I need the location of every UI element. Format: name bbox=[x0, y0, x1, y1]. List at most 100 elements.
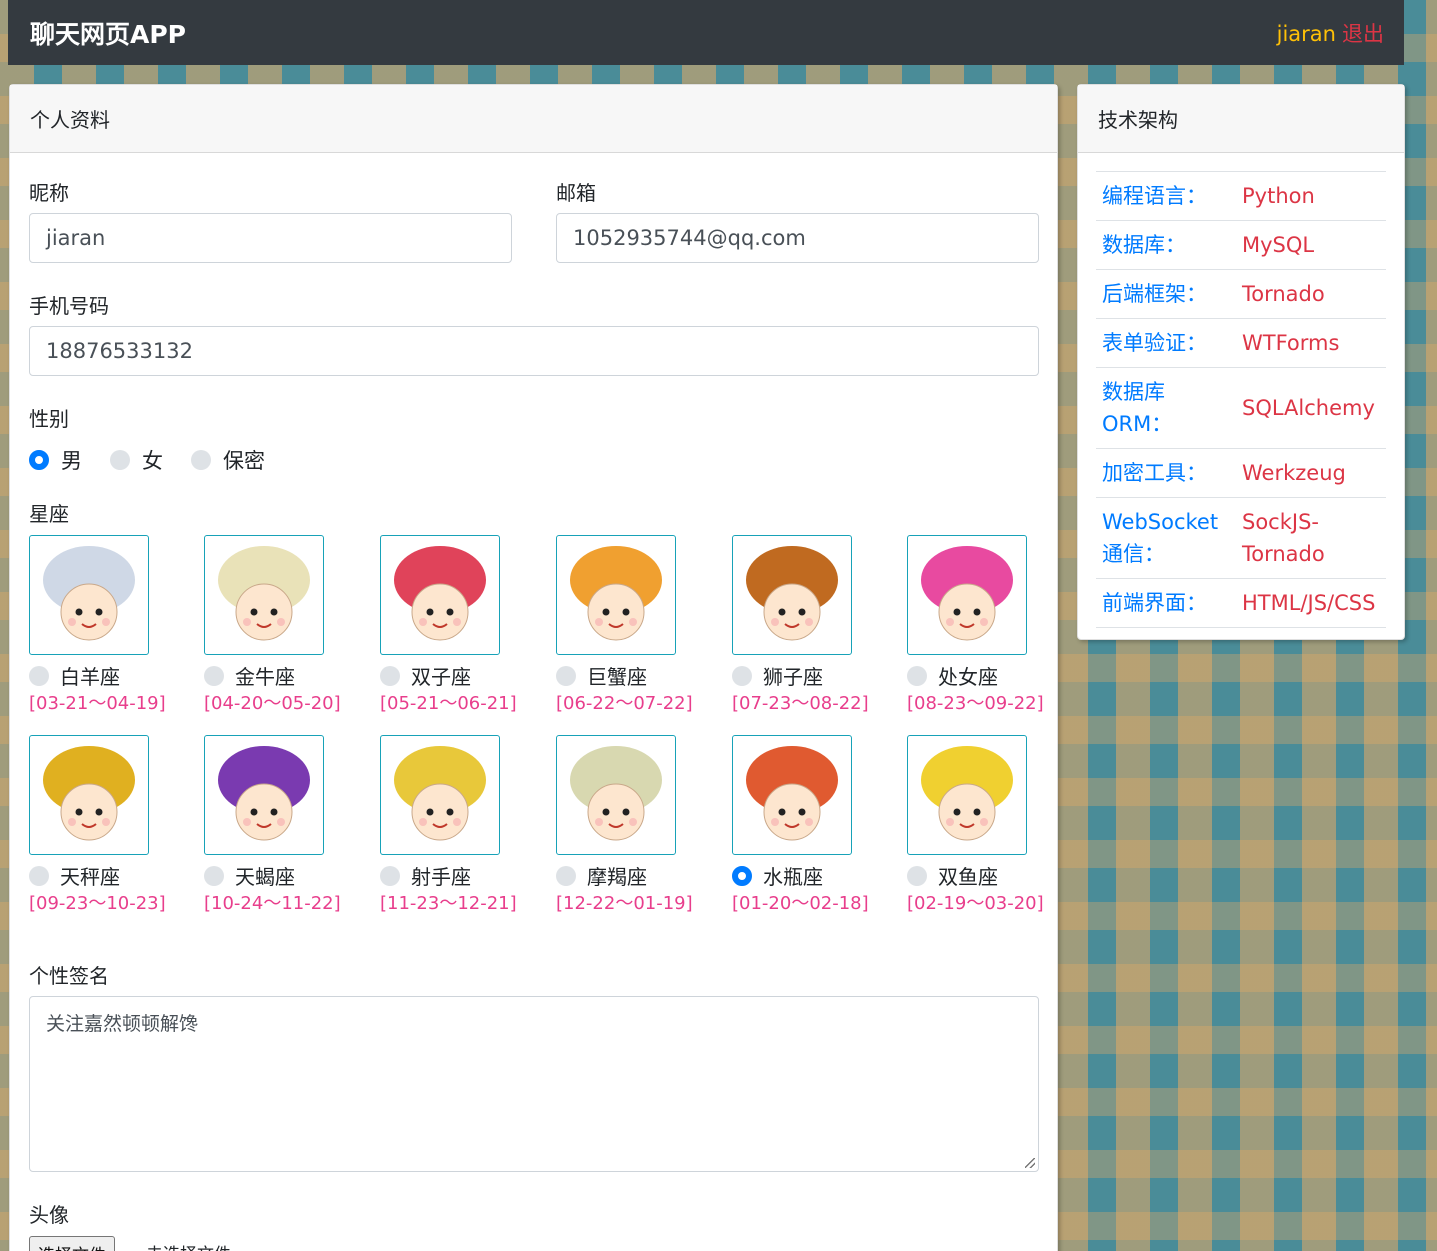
radio-icon[interactable] bbox=[110, 450, 130, 470]
zodiac-name: 水瓶座 bbox=[763, 865, 823, 889]
zodiac-item[interactable]: 天秤座 [09-23～10-23] bbox=[29, 735, 179, 915]
gender-option-female[interactable]: 女 bbox=[110, 445, 163, 475]
zodiac-name: 天秤座 bbox=[60, 865, 120, 889]
zodiac-radio-option[interactable]: 摩羯座 bbox=[556, 861, 647, 890]
zodiac-radio-option[interactable]: 双子座 bbox=[380, 661, 471, 690]
zodiac-avatar-image[interactable] bbox=[204, 735, 324, 855]
nickname-input[interactable]: jiaran bbox=[29, 213, 512, 263]
signature-text: 关注嘉然顿顿解馋 bbox=[46, 1013, 199, 1035]
tech-value: Tornado bbox=[1236, 269, 1386, 319]
signature-textarea[interactable]: 关注嘉然顿顿解馋 bbox=[29, 996, 1039, 1172]
zodiac-radio-option[interactable]: 水瓶座 bbox=[732, 861, 823, 890]
zodiac-radio-option[interactable]: 双鱼座 bbox=[907, 861, 998, 890]
tech-row: 表单验证： WTForms bbox=[1096, 318, 1386, 368]
radio-icon[interactable] bbox=[29, 865, 49, 886]
gender-option-male[interactable]: 男 bbox=[29, 445, 82, 475]
zodiac-avatar-icon bbox=[394, 746, 486, 841]
logout-link[interactable]: 退出 bbox=[1342, 22, 1384, 46]
brand-title[interactable]: 聊天网页APP bbox=[30, 15, 186, 51]
nav-username-link[interactable]: jiaran bbox=[1277, 22, 1336, 46]
phone-input[interactable]: 18876533132 bbox=[29, 326, 1039, 376]
zodiac-date-range: [07-23～08-22] bbox=[732, 693, 869, 714]
zodiac-avatar-image[interactable] bbox=[732, 735, 852, 855]
zodiac-item[interactable]: 水瓶座 [01-20～02-18] bbox=[732, 735, 882, 915]
zodiac-item[interactable]: 双子座 [05-21～06-21] bbox=[380, 535, 530, 715]
zodiac-name: 双子座 bbox=[411, 665, 471, 689]
zodiac-name: 处女座 bbox=[938, 665, 998, 689]
choose-file-button[interactable]: 选择文件 bbox=[29, 1236, 115, 1251]
zodiac-item[interactable]: 金牛座 [04-20～05-20] bbox=[204, 535, 354, 715]
email-label: 邮箱 bbox=[556, 181, 596, 205]
zodiac-avatar-image[interactable] bbox=[29, 735, 149, 855]
radio-icon[interactable] bbox=[732, 665, 752, 686]
zodiac-name: 摩羯座 bbox=[587, 865, 647, 889]
zodiac-radio-option[interactable]: 巨蟹座 bbox=[556, 661, 647, 690]
radio-icon[interactable] bbox=[204, 665, 224, 686]
radio-icon[interactable] bbox=[732, 865, 752, 886]
zodiac-date-range: [04-20～05-20] bbox=[204, 693, 341, 714]
radio-icon[interactable] bbox=[907, 665, 927, 686]
zodiac-radio-option[interactable]: 天秤座 bbox=[29, 861, 120, 890]
zodiac-item[interactable]: 巨蟹座 [06-22～07-22] bbox=[556, 535, 706, 715]
zodiac-avatar-image[interactable] bbox=[556, 735, 676, 855]
zodiac-avatar-image[interactable] bbox=[380, 535, 500, 655]
gender-option-label: 女 bbox=[142, 449, 163, 473]
zodiac-item[interactable]: 摩羯座 [12-22～01-19] bbox=[556, 735, 706, 915]
zodiac-date-range: [10-24～11-22] bbox=[204, 893, 341, 914]
radio-icon[interactable] bbox=[556, 665, 576, 686]
zodiac-avatar-image[interactable] bbox=[29, 535, 149, 655]
radio-icon[interactable] bbox=[204, 865, 224, 886]
resize-grip-icon[interactable] bbox=[1025, 1158, 1035, 1168]
radio-icon[interactable] bbox=[907, 865, 927, 886]
zodiac-avatar-image[interactable] bbox=[556, 535, 676, 655]
radio-icon[interactable] bbox=[556, 865, 576, 886]
tech-row: WebSocket通信： SockJS-Tornado bbox=[1096, 497, 1386, 579]
zodiac-name: 金牛座 bbox=[235, 665, 295, 689]
zodiac-radio-option[interactable]: 金牛座 bbox=[204, 661, 295, 690]
zodiac-date-range: [03-21～04-19] bbox=[29, 693, 166, 714]
radio-icon[interactable] bbox=[191, 450, 211, 470]
tech-value: Werkzeug bbox=[1236, 448, 1386, 498]
zodiac-radio-option[interactable]: 天蝎座 bbox=[204, 861, 295, 890]
zodiac-name: 双鱼座 bbox=[938, 865, 998, 889]
radio-icon[interactable] bbox=[29, 665, 49, 686]
zodiac-item[interactable]: 射手座 [11-23～12-21] bbox=[380, 735, 530, 915]
zodiac-avatar-image[interactable] bbox=[907, 535, 1027, 655]
zodiac-radio-option[interactable]: 射手座 bbox=[380, 861, 471, 890]
email-input[interactable]: 1052935744@qq.com bbox=[556, 213, 1039, 263]
gender-option-secret[interactable]: 保密 bbox=[191, 445, 265, 475]
tech-key: 编程语言： bbox=[1096, 171, 1236, 221]
zodiac-radio-option[interactable]: 白羊座 bbox=[29, 661, 120, 690]
radio-icon[interactable] bbox=[29, 450, 49, 470]
zodiac-avatar-image[interactable] bbox=[907, 735, 1027, 855]
nav-user-area: jiaran 退出 bbox=[1277, 18, 1384, 48]
zodiac-name: 天蝎座 bbox=[235, 865, 295, 889]
zodiac-date-range: [01-20～02-18] bbox=[732, 893, 869, 914]
zodiac-avatar-image[interactable] bbox=[204, 535, 324, 655]
zodiac-item[interactable]: 白羊座 [03-21～04-19] bbox=[29, 535, 179, 715]
gender-option-label: 男 bbox=[61, 449, 82, 473]
zodiac-name: 巨蟹座 bbox=[587, 665, 647, 689]
signature-label: 个性签名 bbox=[29, 964, 109, 988]
zodiac-date-range: [12-22～01-19] bbox=[556, 893, 693, 914]
zodiac-avatar-image[interactable] bbox=[380, 735, 500, 855]
zodiac-item[interactable]: 双鱼座 [02-19～03-20] bbox=[907, 735, 1057, 915]
zodiac-avatar-icon bbox=[570, 746, 662, 841]
zodiac-item[interactable]: 处女座 [08-23～09-22] bbox=[907, 535, 1057, 715]
zodiac-date-range: [06-22～07-22] bbox=[556, 693, 693, 714]
zodiac-item[interactable]: 狮子座 [07-23～08-22] bbox=[732, 535, 882, 715]
zodiac-date-range: [11-23～12-21] bbox=[380, 893, 517, 914]
tech-value: SockJS-Tornado bbox=[1236, 497, 1386, 579]
zodiac-radio-option[interactable]: 狮子座 bbox=[732, 661, 823, 690]
zodiac-name: 白羊座 bbox=[60, 665, 120, 689]
zodiac-date-range: [05-21～06-21] bbox=[380, 693, 517, 714]
radio-icon[interactable] bbox=[380, 665, 400, 686]
gender-label: 性别 bbox=[29, 407, 69, 431]
zodiac-radio-option[interactable]: 处女座 bbox=[907, 661, 998, 690]
tech-stack-card: 技术架构 编程语言： Python 数据库： MySQL 后端框架： Tornado 表单验… bbox=[1077, 84, 1405, 640]
tech-row: 数据库： MySQL bbox=[1096, 220, 1386, 270]
zodiac-avatar-image[interactable] bbox=[732, 535, 852, 655]
zodiac-avatar-icon bbox=[746, 746, 838, 841]
radio-icon[interactable] bbox=[380, 865, 400, 886]
zodiac-item[interactable]: 天蝎座 [10-24～11-22] bbox=[204, 735, 354, 915]
